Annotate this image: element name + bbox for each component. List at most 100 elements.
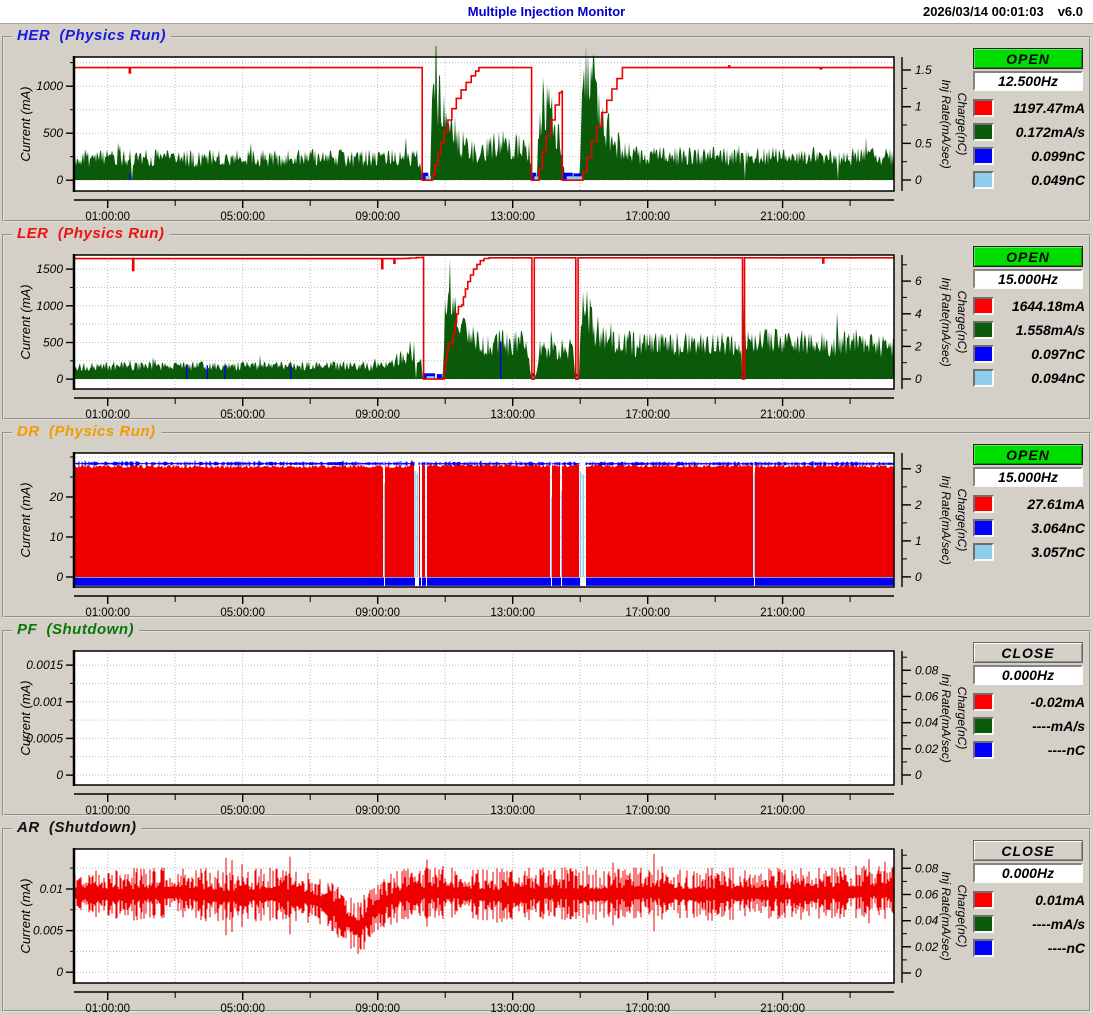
svg-text:0.08: 0.08 <box>915 663 939 677</box>
svg-text:17:00:00: 17:00:00 <box>625 211 670 220</box>
svg-text:Current (mA): Current (mA) <box>18 482 33 557</box>
svg-text:1000: 1000 <box>36 79 63 93</box>
svg-text:2: 2 <box>914 498 922 512</box>
svg-text:01:00:00: 01:00:00 <box>85 1003 130 1012</box>
svg-text:0: 0 <box>56 768 63 782</box>
legend-swatch <box>973 495 994 513</box>
svg-text:17:00:00: 17:00:00 <box>625 409 670 418</box>
ler-injection-rate-display: 15.000Hz <box>973 269 1083 289</box>
panel-title-ler: LER (Physics Run) <box>12 225 169 242</box>
svg-text:0: 0 <box>56 173 63 187</box>
svg-text:0.06: 0.06 <box>915 690 939 704</box>
status-value: 1197.47mA <box>994 100 1085 116</box>
panel-title-dr: DR (Physics Run) <box>12 423 161 440</box>
pf-status-panel: CLOSE 0.000Hz -0.02mA----mA/s----nC <box>973 642 1085 762</box>
legend-swatch <box>973 345 994 363</box>
clock: 2026/03/14 00:01:03v6.0 <box>923 4 1083 19</box>
svg-text:0: 0 <box>56 965 63 979</box>
ler-chart: 050010001500024601:00:0005:00:0009:00:00… <box>4 244 979 418</box>
ar-beam-gate-button[interactable]: CLOSE <box>973 840 1083 861</box>
legend-swatch <box>973 519 994 537</box>
ler-beam-gate-button[interactable]: OPEN <box>973 246 1083 267</box>
svg-text:0: 0 <box>915 966 922 980</box>
svg-text:05:00:00: 05:00:00 <box>220 805 265 814</box>
svg-text:Charge(nC): Charge(nC) <box>955 291 969 354</box>
status-value-row: 1.558mA/s <box>973 318 1085 342</box>
svg-text:500: 500 <box>43 126 63 140</box>
svg-text:Inj Rate(mA/sec): Inj Rate(mA/sec) <box>939 277 953 366</box>
ar-chart: 00.0050.0100.020.040.060.0801:00:0005:00… <box>4 838 979 1012</box>
svg-text:01:00:00: 01:00:00 <box>85 607 130 616</box>
her-chart: 0500100000.511.501:00:0005:00:0009:00:00… <box>4 46 979 220</box>
status-value-row: 0.094nC <box>973 366 1085 390</box>
svg-text:09:00:00: 09:00:00 <box>355 607 400 616</box>
svg-text:3: 3 <box>915 462 922 476</box>
legend-swatch <box>973 693 994 711</box>
svg-text:Inj Rate(mA/sec): Inj Rate(mA/sec) <box>939 871 953 960</box>
status-value: 0.094nC <box>994 370 1085 386</box>
svg-text:17:00:00: 17:00:00 <box>625 607 670 616</box>
her-injection-rate-display: 12.500Hz <box>973 71 1083 91</box>
legend-swatch <box>973 297 994 315</box>
status-value: 1.558mA/s <box>994 322 1085 338</box>
svg-text:21:00:00: 21:00:00 <box>760 805 805 814</box>
svg-text:0: 0 <box>915 173 922 187</box>
dr-status-panel: OPEN 15.000Hz 27.61mA3.064nC3.057nC <box>973 444 1085 564</box>
svg-text:05:00:00: 05:00:00 <box>220 409 265 418</box>
svg-text:20: 20 <box>49 490 64 504</box>
status-value: ----mA/s <box>994 718 1085 734</box>
ler-status-panel: OPEN 15.000Hz 1644.18mA1.558mA/s0.097nC0… <box>973 246 1085 390</box>
svg-text:21:00:00: 21:00:00 <box>760 607 805 616</box>
status-value-row: ----mA/s <box>973 912 1085 936</box>
svg-text:21:00:00: 21:00:00 <box>760 211 805 220</box>
panel-pf: PF (Shutdown) 00.00050.0010.001500.020.0… <box>2 630 1091 816</box>
legend-swatch <box>973 741 994 759</box>
dr-status-values: 27.61mA3.064nC3.057nC <box>973 492 1085 564</box>
svg-text:0.02: 0.02 <box>915 940 939 954</box>
svg-text:13:00:00: 13:00:00 <box>490 1003 535 1012</box>
svg-text:Current (mA): Current (mA) <box>18 284 33 359</box>
panel-ar: AR (Shutdown) 00.0050.0100.020.040.060.0… <box>2 828 1091 1012</box>
status-value-row: 1197.47mA <box>973 96 1085 120</box>
svg-text:05:00:00: 05:00:00 <box>220 211 265 220</box>
svg-text:Charge(nC): Charge(nC) <box>955 885 969 948</box>
legend-swatch <box>973 321 994 339</box>
svg-text:09:00:00: 09:00:00 <box>355 211 400 220</box>
pf-status-values: -0.02mA----mA/s----nC <box>973 690 1085 762</box>
dr-chart: 01020012301:00:0005:00:0009:00:0013:00:0… <box>4 442 979 616</box>
svg-text:17:00:00: 17:00:00 <box>625 805 670 814</box>
svg-text:0.0015: 0.0015 <box>26 658 63 672</box>
svg-text:Charge(nC): Charge(nC) <box>955 93 969 156</box>
ler-status-values: 1644.18mA1.558mA/s0.097nC0.094nC <box>973 294 1085 390</box>
svg-text:10: 10 <box>50 530 64 544</box>
status-value: 0.097nC <box>994 346 1085 362</box>
status-value: 0.01mA <box>994 892 1085 908</box>
status-value-row: 3.064nC <box>973 516 1085 540</box>
ar-injection-rate-display: 0.000Hz <box>973 863 1083 883</box>
svg-text:01:00:00: 01:00:00 <box>85 805 130 814</box>
svg-text:0.001: 0.001 <box>33 695 63 709</box>
her-status-values: 1197.47mA0.172mA/s0.099nC0.049nC <box>973 96 1085 192</box>
legend-swatch <box>973 99 994 117</box>
her-beam-gate-button[interactable]: OPEN <box>973 48 1083 69</box>
svg-text:1.5: 1.5 <box>915 63 932 77</box>
svg-text:09:00:00: 09:00:00 <box>355 1003 400 1012</box>
panel-title-ar: AR (Shutdown) <box>12 819 141 836</box>
status-value-row: 0.097nC <box>973 342 1085 366</box>
svg-text:17:00:00: 17:00:00 <box>625 1003 670 1012</box>
status-value: 0.099nC <box>994 148 1085 164</box>
svg-text:0: 0 <box>915 768 922 782</box>
legend-swatch <box>973 171 994 189</box>
svg-text:0: 0 <box>56 372 63 386</box>
svg-text:13:00:00: 13:00:00 <box>490 211 535 220</box>
pf-beam-gate-button[interactable]: CLOSE <box>973 642 1083 663</box>
svg-text:05:00:00: 05:00:00 <box>220 1003 265 1012</box>
svg-text:01:00:00: 01:00:00 <box>85 211 130 220</box>
dr-beam-gate-button[interactable]: OPEN <box>973 444 1083 465</box>
status-value: 0.049nC <box>994 172 1085 188</box>
legend-swatch <box>973 939 994 957</box>
panel-ler: LER (Physics Run) 050010001500024601:00:… <box>2 234 1091 420</box>
status-value: 27.61mA <box>994 496 1085 512</box>
svg-text:0: 0 <box>915 570 922 584</box>
svg-text:21:00:00: 21:00:00 <box>760 1003 805 1012</box>
